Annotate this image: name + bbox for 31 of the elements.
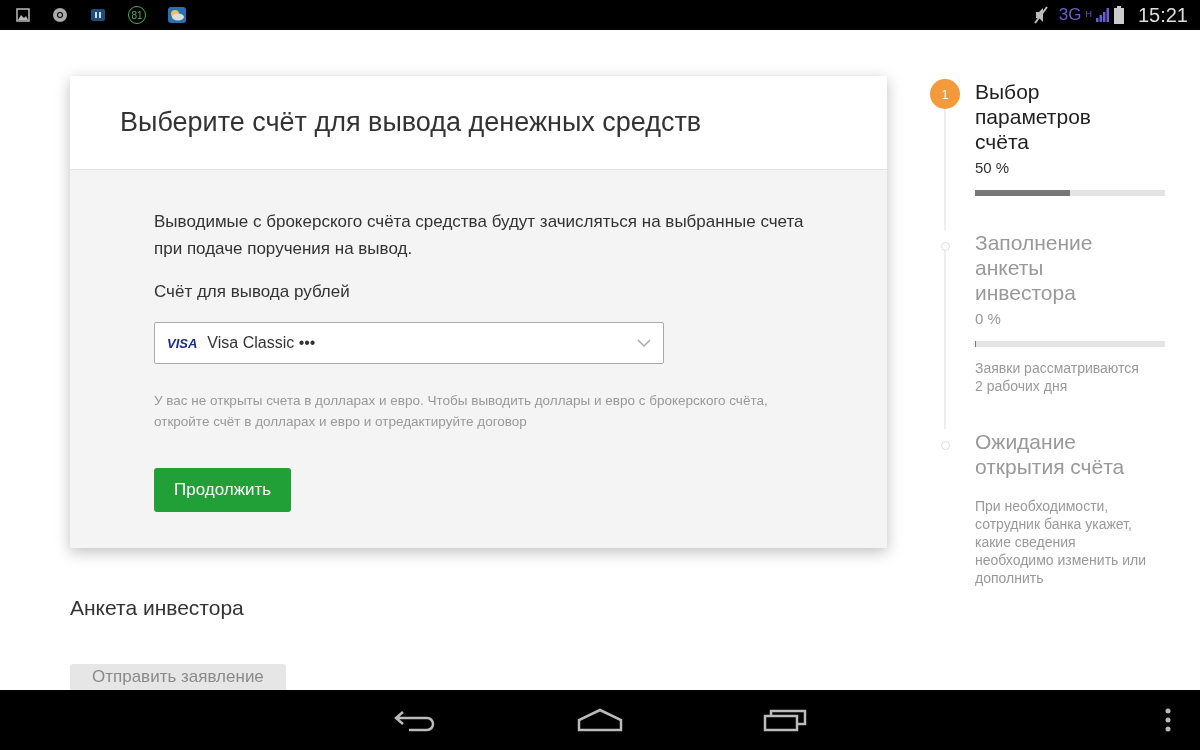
clock: 15:21 <box>1137 3 1188 27</box>
step-percent: 0 % <box>975 310 1002 327</box>
chevron-icon <box>637 338 651 348</box>
step-title: Ожидание открытия счёта <box>975 429 1125 479</box>
step-note: Заявки рассматриваются 2 рабочих дня <box>975 359 1140 395</box>
home-icon[interactable] <box>577 708 623 732</box>
account-select[interactable]: VISA Visa Classic ••• <box>154 322 664 364</box>
continue-button[interactable]: Продолжить <box>154 468 292 512</box>
browser-icon <box>52 7 68 23</box>
step-percent: 50 % <box>975 159 1011 176</box>
card-brand: VISA <box>167 335 198 351</box>
step-title: Выбор параметров счёта <box>975 79 1092 154</box>
hint-text: У вас не открыты счета в долларах и евро. Чтобы выводить доллары и евро с брокерского счёта, откройте счёт в долларах и евро и отредактируйте договор <box>154 392 769 431</box>
more-icon[interactable] <box>1165 708 1171 732</box>
step-number: 1 <box>930 79 960 109</box>
description: Выводимые с брокерского счёта средства будут зачисляться на выбранные счета при подаче поручения на вывод. <box>154 211 805 260</box>
section-title: Анкета инвестора <box>70 596 245 620</box>
back-icon[interactable] <box>393 708 437 732</box>
mute-icon <box>1032 6 1049 24</box>
app-icon <box>90 8 106 22</box>
battery-icon <box>1113 6 1124 24</box>
weather-icon <box>168 7 186 23</box>
network-type: 3G <box>1058 5 1082 25</box>
recent-apps-icon[interactable] <box>763 708 807 732</box>
image-icon <box>16 8 30 22</box>
signal-icon <box>1095 8 1110 22</box>
field-label: Счёт для вывода рублей <box>154 282 351 302</box>
step-title: Заполнение анкеты инвестора <box>975 230 1094 305</box>
card-title: Выберите счёт для вывода денежных средств <box>120 107 702 138</box>
step-note: При необходимости, сотрудник банка укажет, какие сведения необходимо изменить или дополнить <box>975 497 1147 587</box>
network-sub-type: H <box>1085 8 1092 19</box>
